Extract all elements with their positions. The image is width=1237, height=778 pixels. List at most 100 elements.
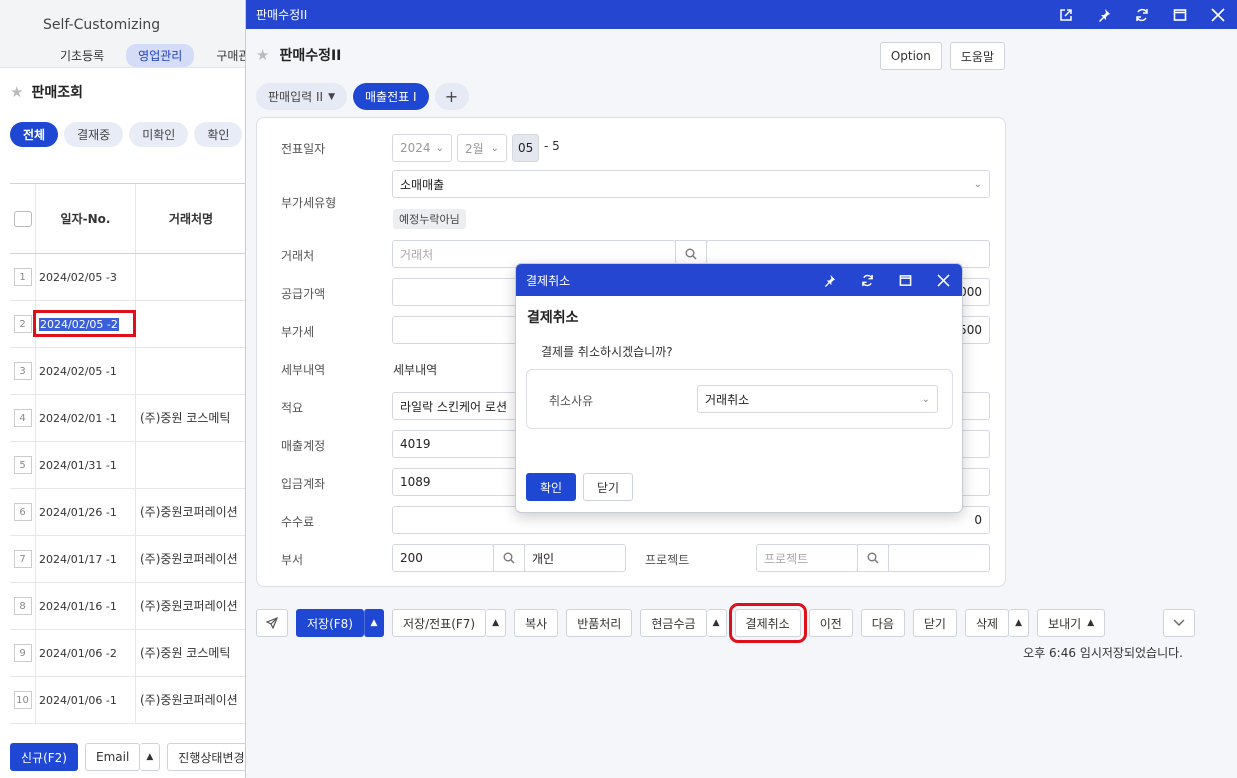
table-row[interactable]: 1 2024/02/05 -3: [10, 254, 246, 301]
row-number[interactable]: 4: [13, 409, 32, 427]
save-button[interactable]: 저장(F8): [296, 609, 364, 637]
tab-sales-management[interactable]: 영업관리: [126, 44, 195, 67]
save-dropdown-icon[interactable]: ▲: [363, 609, 384, 637]
select-all-checkbox[interactable]: [13, 210, 32, 227]
send-icon[interactable]: [256, 609, 288, 637]
change-status-button[interactable]: 진행상태변경: [167, 743, 256, 771]
project-name-field[interactable]: [888, 544, 990, 572]
row-number[interactable]: 8: [13, 597, 32, 615]
save-slip-dropdown-icon[interactable]: ▲: [486, 609, 507, 637]
department-code-input[interactable]: 200: [392, 544, 494, 572]
tab-basic-registration[interactable]: 기초등록: [48, 44, 116, 67]
row-date-cell[interactable]: 2024/01/26 -1: [36, 489, 136, 535]
email-dropdown-icon[interactable]: ▲: [140, 743, 161, 771]
row-number[interactable]: 9: [13, 644, 32, 662]
row-customer-cell[interactable]: [136, 442, 246, 488]
save-slip-button[interactable]: 저장/전표(F7): [391, 609, 487, 637]
table-row[interactable]: 9 2024/01/06 -2 (주)중원 코스메틱: [10, 630, 246, 677]
row-date-cell[interactable]: 2024/01/17 -1: [36, 536, 136, 582]
delete-button[interactable]: 삭제: [964, 609, 1010, 637]
table-row[interactable]: 6 2024/01/26 -1 (주)중원코퍼레이션: [10, 489, 246, 536]
table-row[interactable]: 4 2024/02/01 -1 (주)중원 코스메틱: [10, 395, 246, 442]
popout-icon[interactable]: [1047, 0, 1085, 29]
project-search-icon[interactable]: [857, 544, 889, 572]
pin-icon[interactable]: [1085, 0, 1123, 29]
row-customer-cell[interactable]: (주)중원 코스메틱: [136, 395, 246, 441]
row-number[interactable]: 7: [13, 550, 32, 568]
row-date-cell[interactable]: 2024/02/05 -1: [36, 348, 136, 394]
next-button[interactable]: 다음: [860, 609, 905, 637]
refresh-icon[interactable]: [848, 264, 886, 296]
email-button[interactable]: Email: [84, 743, 141, 771]
table-row[interactable]: 7 2024/01/17 -1 (주)중원코퍼레이션: [10, 536, 246, 583]
filter-in-approval[interactable]: 결재중: [64, 122, 124, 147]
filter-confirmed[interactable]: 확인: [194, 122, 243, 147]
help-button[interactable]: 도움말: [949, 42, 1005, 70]
table-row[interactable]: 5 2024/01/31 -1: [10, 442, 246, 489]
row-customer-cell[interactable]: (주)중원 코스메틱: [136, 630, 246, 676]
cash-collection-button[interactable]: 현금수금: [640, 609, 707, 637]
row-customer-cell[interactable]: (주)중원코퍼레이션: [136, 583, 246, 629]
row-number[interactable]: 3: [13, 362, 32, 380]
star-icon[interactable]: ★: [10, 83, 23, 101]
favorite-star-icon[interactable]: ★: [256, 46, 269, 64]
row-customer-cell[interactable]: [136, 254, 246, 300]
refresh-icon[interactable]: [1123, 0, 1161, 29]
column-header-date[interactable]: 일자-No.: [36, 184, 136, 253]
row-customer-cell[interactable]: (주)중원코퍼레이션: [136, 677, 246, 723]
maximize-icon[interactable]: [886, 264, 924, 296]
row-date-cell[interactable]: 2024/01/06 -1: [36, 677, 136, 723]
maximize-icon[interactable]: [1161, 0, 1199, 29]
department-search-icon[interactable]: [493, 544, 525, 572]
row-number[interactable]: 2: [13, 315, 32, 333]
return-button[interactable]: 반품처리: [566, 609, 633, 637]
row-number[interactable]: 6: [13, 503, 32, 521]
confirm-button[interactable]: 확인: [526, 473, 576, 501]
vat-type-select[interactable]: 소매매출 ⌄: [392, 170, 990, 198]
row-customer-cell[interactable]: (주)중원코퍼레이션: [136, 536, 246, 582]
row-customer-cell[interactable]: [136, 301, 246, 347]
close-button[interactable]: 닫기: [912, 609, 957, 637]
row-date-cell[interactable]: 2024/02/05 -3: [36, 254, 136, 300]
row-customer-cell[interactable]: [136, 348, 246, 394]
cancel-payment-button[interactable]: 결제취소: [728, 603, 807, 643]
year-select[interactable]: 2024 ⌄: [392, 134, 452, 162]
row-customer-cell[interactable]: (주)중원코퍼레이션: [136, 489, 246, 535]
day-input[interactable]: 05: [512, 134, 539, 162]
table-row[interactable]: 3 2024/02/05 -1: [10, 348, 246, 395]
tab-sales-input[interactable]: 판매입력 II ▼: [256, 83, 347, 110]
column-header-customer[interactable]: 거래처명: [136, 184, 246, 253]
chevron-down-icon[interactable]: ▼: [328, 92, 335, 102]
option-button[interactable]: Option: [879, 42, 942, 70]
collapse-chevron-icon[interactable]: [1163, 609, 1196, 637]
table-row[interactable]: 10 2024/01/06 -1 (주)중원코퍼레이션: [10, 677, 246, 724]
detail-label: 세부내역: [281, 363, 326, 377]
pin-icon[interactable]: [810, 264, 848, 296]
copy-button[interactable]: 복사: [514, 609, 559, 637]
add-tab-button[interactable]: +: [434, 83, 469, 110]
cancel-reason-select[interactable]: 거래취소 ⌄: [697, 385, 938, 413]
detail-link[interactable]: 세부내역: [393, 361, 437, 378]
row-number[interactable]: 1: [13, 268, 32, 286]
new-button[interactable]: 신규(F2): [10, 743, 78, 771]
row-number[interactable]: 10: [13, 691, 32, 709]
prev-button[interactable]: 이전: [808, 609, 853, 637]
project-input[interactable]: 프로젝트: [756, 544, 858, 572]
department-name-field[interactable]: 개인: [524, 544, 626, 572]
filter-unconfirmed[interactable]: 미확인: [129, 122, 189, 147]
row-date-cell[interactable]: 2024/02/01 -1: [36, 395, 136, 441]
row-date-cell[interactable]: 2024/01/06 -2: [36, 630, 136, 676]
close-icon[interactable]: [924, 264, 962, 296]
month-select[interactable]: 2월 ⌄: [457, 134, 507, 162]
delete-dropdown-icon[interactable]: ▲: [1009, 609, 1030, 637]
filter-all[interactable]: 전체: [10, 122, 59, 147]
row-number[interactable]: 5: [13, 456, 32, 474]
cash-dropdown-icon[interactable]: ▲: [706, 609, 727, 637]
close-icon[interactable]: [1199, 0, 1237, 29]
export-button[interactable]: 보내기 ▲: [1037, 609, 1106, 637]
row-date-cell[interactable]: 2024/01/31 -1: [36, 442, 136, 488]
tab-sales-slip[interactable]: 매출전표 I: [352, 83, 429, 110]
table-row[interactable]: 8 2024/01/16 -1 (주)중원코퍼레이션: [10, 583, 246, 630]
dialog-close-button[interactable]: 닫기: [583, 473, 633, 501]
row-date-cell[interactable]: 2024/01/16 -1: [36, 583, 136, 629]
